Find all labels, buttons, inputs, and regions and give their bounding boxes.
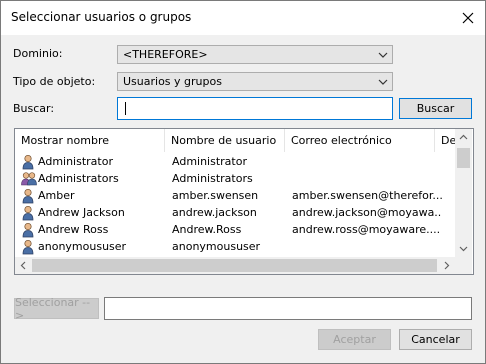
search-input[interactable] <box>117 97 393 120</box>
scroll-up-icon <box>459 134 468 140</box>
close-button[interactable] <box>455 6 481 30</box>
email-cell: amber.swensen@therefor... <box>292 189 442 202</box>
list-row[interactable]: Andrew Jackson andrew.jackson andrew.jacks… <box>15 205 455 222</box>
results-list[interactable]: Mostrar nombre Nombre de usuario Correo … <box>14 128 474 275</box>
object-type-label: Tipo de objeto: <box>13 75 96 88</box>
column-header-email[interactable]: Correo electrónico <box>285 129 435 152</box>
user-icon <box>21 222 35 238</box>
list-header: Mostrar nombre Nombre de usuario Correo … <box>15 129 455 152</box>
ok-button[interactable]: Aceptar <box>318 329 391 350</box>
select-button[interactable]: Seleccionar --> <box>14 296 99 322</box>
vertical-scrollbar[interactable] <box>455 129 472 257</box>
search-button[interactable]: Buscar <box>399 98 472 119</box>
username-cell: Administrator <box>172 155 247 168</box>
domain-value: <THEREFORE> <box>123 48 208 61</box>
cancel-button[interactable]: Cancelar <box>399 329 472 350</box>
scroll-thumb[interactable] <box>457 148 470 168</box>
selected-items-field[interactable] <box>104 297 472 320</box>
list-row[interactable]: Andrew Ross Andrew.Ross andrew.ross@moyawa… <box>15 222 455 239</box>
title-bar: Seleccionar usuarios o grupos <box>1 1 485 35</box>
user-icon <box>21 154 35 170</box>
email-cell: andrew.ross@moyaware.... <box>292 223 441 236</box>
column-header-display-name[interactable]: Mostrar nombre <box>15 129 165 152</box>
column-header-username[interactable]: Nombre de usuario <box>165 129 285 152</box>
domain-label: Dominio: <box>13 47 63 60</box>
dialog-title: Seleccionar usuarios o grupos <box>11 10 192 24</box>
email-cell: andrew.jackson@moyawa... <box>292 206 442 219</box>
dialog-window: Seleccionar usuarios o grupos Dominio: <… <box>0 0 486 364</box>
username-cell: Administrators <box>172 172 253 185</box>
list-row[interactable]: Amber amber.swensen amber.swensen@therefor… <box>15 188 455 205</box>
domain-select[interactable]: <THEREFORE> <box>117 45 393 64</box>
chevron-down-icon <box>378 52 388 58</box>
group-icon <box>21 171 37 187</box>
scroll-right-icon <box>444 261 450 270</box>
username-cell: amber.swensen <box>172 189 259 202</box>
user-icon <box>21 188 35 204</box>
username-cell: Andrew.Ross <box>172 223 242 236</box>
list-row[interactable]: Administrator Administrator <box>15 154 455 171</box>
display-name-cell: Administrator <box>38 155 113 168</box>
user-icon <box>21 239 35 255</box>
search-label: Buscar: <box>13 102 55 115</box>
display-name-cell: Administrators <box>38 172 119 185</box>
user-icon <box>21 205 35 221</box>
list-row[interactable]: Administrators Administrators <box>15 171 455 188</box>
display-name-cell: Andrew Ross <box>38 223 109 236</box>
object-type-select[interactable]: Usuarios y grupos <box>117 72 393 91</box>
scroll-down-icon <box>459 246 468 252</box>
username-cell: anonymoususer <box>172 240 261 253</box>
scroll-left-icon <box>20 261 26 270</box>
display-name-cell: anonymoususer <box>38 240 127 253</box>
scroll-thumb-horizontal[interactable] <box>32 259 437 272</box>
username-cell: andrew.jackson <box>172 206 257 219</box>
close-icon <box>462 12 474 24</box>
display-name-cell: Amber <box>38 189 75 202</box>
column-header-description[interactable]: De <box>435 129 455 152</box>
text-cursor <box>125 102 126 115</box>
scrollbar-corner <box>455 257 472 274</box>
horizontal-scrollbar[interactable] <box>15 257 455 274</box>
chevron-down-icon <box>378 79 388 85</box>
list-row[interactable]: anonymoususer anonymoususer <box>15 239 455 256</box>
object-type-value: Usuarios y grupos <box>123 75 222 88</box>
display-name-cell: Andrew Jackson <box>38 206 125 219</box>
